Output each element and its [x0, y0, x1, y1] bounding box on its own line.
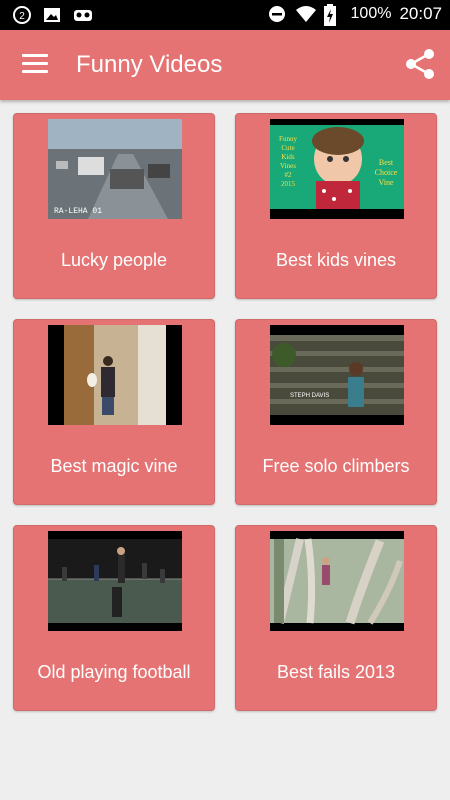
app-bar: Funny Videos [0, 30, 450, 100]
status-right: 100% 20:07 [267, 4, 442, 26]
video-card-free-solo-climbers[interactable]: STEPH DAVIS Free solo climbers [235, 319, 437, 505]
video-thumbnail: Funny Cute Kids Vines #2 2015 Best Choic… [270, 119, 404, 219]
video-title: Best fails 2013 [276, 662, 396, 682]
svg-text:Best: Best [379, 158, 394, 167]
status-bar: 2 100% 20:07 [0, 0, 450, 30]
video-title: Lucky people [60, 250, 168, 270]
wifi-icon [295, 4, 316, 24]
video-thumbnail: STEPH DAVIS [270, 325, 404, 425]
video-card-best-kids-vines[interactable]: Funny Cute Kids Vines #2 2015 Best Choic… [235, 113, 437, 299]
video-card-best-fails-2013[interactable]: Best fails 2013 [235, 525, 437, 711]
svg-text:Cute: Cute [281, 144, 294, 152]
video-card-best-magic-vine[interactable]: Best magic vine [13, 319, 215, 505]
battery-charging-icon [323, 4, 343, 26]
video-title: Free solo climbers [262, 456, 410, 476]
video-title: Best magic vine [50, 456, 178, 476]
dnd-icon [267, 4, 287, 24]
video-card-old-playing-football[interactable]: Old playing football [13, 525, 215, 711]
status-left-icons: 2 [12, 5, 92, 25]
video-card-lucky-people[interactable]: RA-LEHA 01 Lucky people [13, 113, 215, 299]
car-app-icon [72, 5, 92, 25]
clock: 20:07 [399, 4, 442, 23]
video-title: Old playing football [37, 662, 191, 682]
thumbnail-caption: STEPH DAVIS [290, 393, 329, 399]
svg-text:#2: #2 [285, 171, 293, 179]
svg-text:Choice: Choice [375, 168, 398, 177]
menu-icon[interactable] [22, 54, 48, 76]
notification-badge-icon: 2 [12, 5, 32, 25]
page-title: Funny Videos [76, 51, 223, 78]
image-icon [42, 5, 62, 25]
timestamp-overlay: RA-LEHA 01 [54, 207, 102, 216]
svg-text:Kids: Kids [281, 153, 295, 161]
video-thumbnail [48, 531, 182, 631]
battery-percent: 100% [350, 5, 392, 22]
share-icon[interactable] [402, 46, 438, 82]
svg-text:Vines: Vines [280, 162, 296, 170]
video-thumbnail [270, 531, 404, 631]
video-thumbnail [48, 325, 182, 425]
video-title: Best kids vines [275, 250, 397, 270]
svg-text:2015: 2015 [281, 180, 296, 188]
svg-text:2: 2 [19, 11, 25, 22]
video-thumbnail: RA-LEHA 01 [48, 119, 182, 219]
svg-text:Funny: Funny [279, 135, 297, 143]
svg-text:Vine: Vine [378, 178, 394, 187]
